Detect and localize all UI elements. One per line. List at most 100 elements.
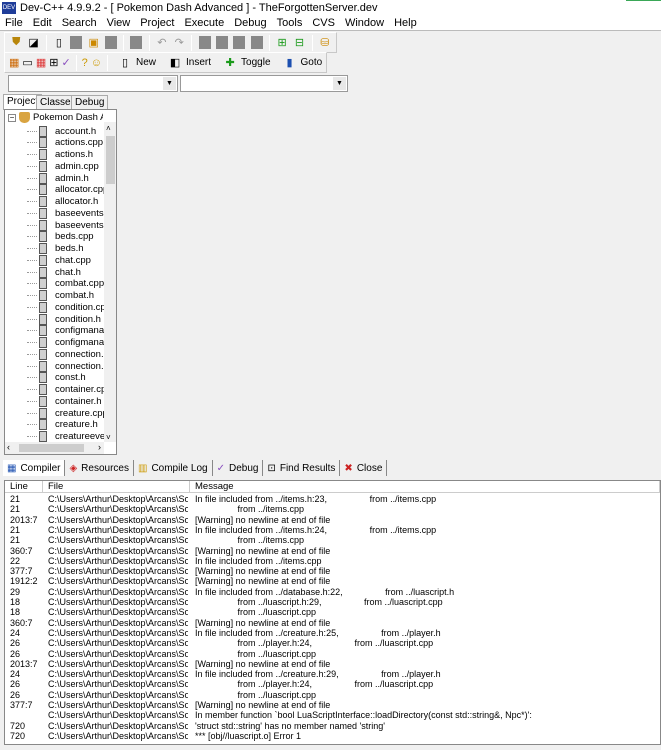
tree-file-item[interactable]: condition.h — [27, 313, 101, 325]
tree-root[interactable]: Pokemon Dash Advanced — [33, 112, 103, 123]
toggle-button[interactable]: ✚ Toggle — [218, 55, 274, 71]
new-file-icon[interactable]: ▯ — [52, 35, 66, 51]
run-icon[interactable]: ▭ — [22, 55, 32, 71]
tree-horizontal-scrollbar[interactable]: ‹ › — [5, 442, 104, 454]
tree-file-item[interactable]: connection.h — [27, 360, 109, 372]
goto-icon[interactable] — [250, 35, 264, 51]
table-row[interactable]: 21 C:\Users\Arthur\Desktop\Arcans\So... f… — [5, 504, 660, 514]
menu-help[interactable]: Help — [389, 17, 422, 29]
tree-file-item[interactable]: actions.h — [27, 149, 93, 161]
tree-file-item[interactable]: admin.cpp — [27, 160, 99, 172]
tree-file-item[interactable]: creature.cpp — [27, 407, 108, 419]
table-row[interactable]: 360:7 C:\Users\Arthur\Desktop\Arcans\So..… — [5, 546, 660, 556]
menu-project[interactable]: Project — [135, 17, 179, 29]
table-row[interactable]: 360:7 C:\Users\Arthur\Desktop\Arcans\So..… — [5, 618, 660, 628]
table-row[interactable]: 26 C:\Users\Arthur\Desktop\Arcans\So... f… — [5, 638, 660, 648]
help-icon[interactable]: ? — [82, 55, 88, 71]
compile-run-icon[interactable]: ▦ — [36, 55, 46, 71]
goto-button[interactable]: ▮ Goto — [278, 55, 327, 71]
open-project-icon[interactable]: ⛊ — [9, 35, 23, 51]
scroll-thumb[interactable] — [106, 136, 115, 184]
table-row[interactable]: 21 C:\Users\Arthur\Desktop\Arcans\So... f… — [5, 535, 660, 545]
tree-file-item[interactable]: actions.cpp — [27, 137, 103, 149]
table-row[interactable]: 22 C:\Users\Arthur\Desktop\Arcans\So... In… — [5, 556, 660, 566]
new-button[interactable]: ▯ New — [113, 55, 160, 71]
project-options-icon[interactable]: ⛁ — [318, 35, 332, 51]
tree-file-item[interactable]: beds.cpp — [27, 231, 94, 243]
chevron-down-icon[interactable]: ▼ — [333, 77, 346, 90]
table-row[interactable]: 26 C:\Users\Arthur\Desktop\Arcans\So... f… — [5, 679, 660, 689]
scroll-down-icon[interactable]: ˅ — [106, 433, 111, 442]
table-row[interactable]: 2013:7 C:\Users\Arthur\Desktop\Arcans\So.… — [5, 515, 660, 525]
close-project-icon[interactable]: ◪ — [26, 35, 40, 51]
unindent-icon[interactable] — [215, 35, 229, 51]
menu-debug[interactable]: Debug — [229, 17, 271, 29]
table-row[interactable]: 2013:7 C:\Users\Arthur\Desktop\Arcans\So.… — [5, 659, 660, 669]
column-header-message[interactable]: Message — [190, 481, 660, 493]
tab-close[interactable]: ✖ Close — [340, 460, 388, 476]
menu-view[interactable]: View — [102, 17, 136, 29]
tab-debug[interactable]: Debug — [71, 95, 109, 109]
tree-file-item[interactable]: combat.cpp — [27, 278, 104, 290]
table-row[interactable]: 18 C:\Users\Arthur\Desktop\Arcans\So... f… — [5, 607, 660, 617]
tree-file-item[interactable]: allocator.h — [27, 196, 98, 208]
tab-debug-output[interactable]: ✓ Debug — [213, 460, 264, 476]
scroll-up-icon[interactable]: ˄ — [106, 124, 111, 133]
redo-icon[interactable]: ↷ — [172, 35, 186, 51]
close-file-icon[interactable] — [104, 35, 118, 51]
tree-file-item[interactable]: combat.h — [27, 290, 94, 302]
tab-compiler[interactable]: ▦ Compiler — [3, 460, 66, 476]
tree-file-item[interactable]: chat.cpp — [27, 254, 91, 266]
check-icon[interactable]: ✓ — [61, 55, 70, 71]
table-row[interactable]: 24 C:\Users\Arthur\Desktop\Arcans\So... In… — [5, 628, 660, 638]
find-icon[interactable] — [232, 35, 246, 51]
table-row[interactable]: 377:7 C:\Users\Arthur\Desktop\Arcans\So..… — [5, 700, 660, 710]
tree-file-item[interactable]: condition.cpp — [27, 301, 111, 313]
table-row[interactable]: 26 C:\Users\Arthur\Desktop\Arcans\So... f… — [5, 649, 660, 659]
compile-icon[interactable]: ▦ — [9, 55, 19, 71]
menu-execute[interactable]: Execute — [179, 17, 229, 29]
tree-file-item[interactable]: creature.h — [27, 419, 98, 431]
tree-file-item[interactable]: const.h — [27, 372, 86, 384]
tree-file-item[interactable]: beds.h — [27, 243, 84, 255]
column-header-file[interactable]: File — [43, 481, 190, 493]
tree-file-item[interactable]: container.cpp — [27, 384, 112, 396]
save-icon[interactable] — [69, 35, 83, 51]
save-all-icon[interactable]: ▣ — [87, 35, 101, 51]
rebuild-icon[interactable]: ⊞ — [49, 55, 58, 71]
collapse-icon[interactable]: − — [8, 114, 16, 122]
chevron-down-icon[interactable]: ▼ — [163, 77, 176, 90]
tree-file-item[interactable]: allocator.cpp — [27, 184, 108, 196]
hscroll-thumb[interactable] — [19, 444, 84, 452]
table-row[interactable]: 720 C:\Users\Arthur\Desktop\Arcans\So... *… — [5, 731, 660, 741]
menu-window[interactable]: Window — [340, 17, 389, 29]
tree-file-item[interactable]: account.h — [27, 125, 96, 137]
class-combo[interactable]: ▼ — [8, 75, 178, 92]
table-row[interactable]: 24 C:\Users\Arthur\Desktop\Arcans\So... In… — [5, 669, 660, 679]
table-row[interactable]: C:\Users\Arthur\Desktop\Arcans\So... In m… — [5, 710, 660, 720]
remove-from-project-icon[interactable]: ⊟ — [292, 35, 306, 51]
menu-cvs[interactable]: CVS — [307, 17, 340, 29]
table-row[interactable]: 720 C:\Users\Arthur\Desktop\Arcans\So... '… — [5, 721, 660, 731]
tab-find-results[interactable]: ⊡ Find Results — [263, 460, 341, 476]
column-header-line[interactable]: Line — [5, 481, 43, 493]
tree-file-item[interactable]: container.h — [27, 395, 101, 407]
menu-edit[interactable]: Edit — [28, 17, 57, 29]
member-combo[interactable]: ▼ — [180, 75, 348, 92]
scroll-left-icon[interactable]: ‹ — [7, 442, 10, 452]
insert-button[interactable]: ◧ Insert — [163, 55, 215, 71]
menu-file[interactable]: File — [0, 17, 28, 29]
about-icon[interactable]: ☺ — [91, 55, 102, 71]
table-row[interactable]: 377:7 C:\Users\Arthur\Desktop\Arcans\So..… — [5, 566, 660, 576]
tree-file-item[interactable]: chat.h — [27, 266, 81, 278]
table-row[interactable]: 26 C:\Users\Arthur\Desktop\Arcans\So... f… — [5, 690, 660, 700]
indent-icon[interactable] — [197, 35, 211, 51]
menu-tools[interactable]: Tools — [272, 17, 308, 29]
table-row[interactable]: 1912:2 C:\Users\Arthur\Desktop\Arcans\So.… — [5, 576, 660, 586]
table-row[interactable]: 21 C:\Users\Arthur\Desktop\Arcans\So... In… — [5, 494, 660, 504]
tab-resources[interactable]: ◈ Resources — [65, 460, 134, 476]
tree-file-item[interactable]: baseevents.h — [27, 219, 112, 231]
undo-icon[interactable]: ↶ — [155, 35, 169, 51]
table-row[interactable]: 18 C:\Users\Arthur\Desktop\Arcans\So... f… — [5, 597, 660, 607]
tree-file-item[interactable]: admin.h — [27, 172, 89, 184]
